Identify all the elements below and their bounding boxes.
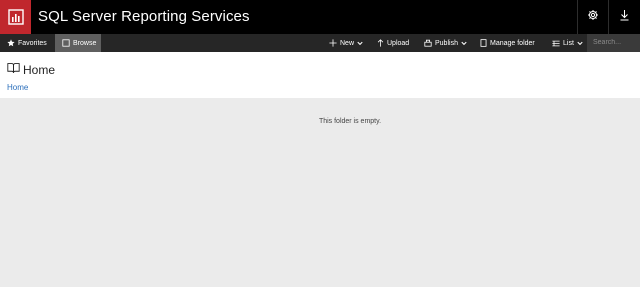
manage-folder-button[interactable]: Manage folder bbox=[480, 34, 535, 52]
list-icon bbox=[552, 40, 560, 47]
page-title-text: Home bbox=[23, 63, 56, 77]
new-label: New bbox=[340, 39, 355, 47]
list-view-button[interactable]: List bbox=[552, 34, 583, 52]
app-header: SQL Server Reporting Services bbox=[0, 0, 640, 34]
publish-label: Publish bbox=[435, 39, 458, 47]
page-header: Home Home bbox=[0, 52, 640, 98]
upload-label: Upload bbox=[387, 39, 410, 47]
search-input[interactable] bbox=[587, 34, 640, 52]
app-title: SQL Server Reporting Services bbox=[38, 8, 250, 25]
breadcrumb-home-link[interactable]: Home bbox=[7, 83, 28, 93]
publish-icon bbox=[424, 39, 432, 47]
settings-button[interactable] bbox=[577, 0, 608, 34]
publish-button[interactable]: Publish bbox=[424, 34, 467, 52]
browse-tab[interactable]: Browse bbox=[55, 34, 101, 52]
empty-folder-message: This folder is empty. bbox=[318, 118, 382, 125]
chevron-down-icon bbox=[461, 41, 467, 46]
browse-icon bbox=[62, 39, 70, 47]
gear-icon bbox=[587, 8, 599, 26]
favorites-tab[interactable]: Favorites bbox=[0, 34, 52, 52]
chevron-down-icon bbox=[577, 41, 583, 46]
plus-icon bbox=[329, 39, 337, 47]
chevron-down-icon bbox=[357, 41, 363, 46]
toolbar: Favorites Browse New Upload Publish Mana… bbox=[0, 34, 640, 52]
book-icon bbox=[7, 61, 20, 79]
app-window: SQL Server Reporting Services Favorites … bbox=[0, 0, 640, 287]
download-icon bbox=[619, 8, 630, 26]
page-title: Home bbox=[7, 62, 55, 78]
manage-folder-label: Manage folder bbox=[490, 39, 535, 47]
reporting-logo-icon[interactable] bbox=[0, 0, 31, 34]
browse-label: Browse bbox=[73, 39, 97, 47]
star-icon bbox=[7, 39, 15, 47]
upload-button[interactable]: Upload bbox=[377, 34, 409, 52]
download-button[interactable] bbox=[608, 0, 639, 34]
manage-folder-icon bbox=[480, 39, 487, 47]
folder-content-area: This folder is empty. bbox=[0, 98, 640, 287]
list-label: List bbox=[563, 39, 574, 47]
new-button[interactable]: New bbox=[329, 34, 363, 52]
upload-icon bbox=[377, 39, 384, 47]
favorites-label: Favorites bbox=[18, 39, 47, 47]
